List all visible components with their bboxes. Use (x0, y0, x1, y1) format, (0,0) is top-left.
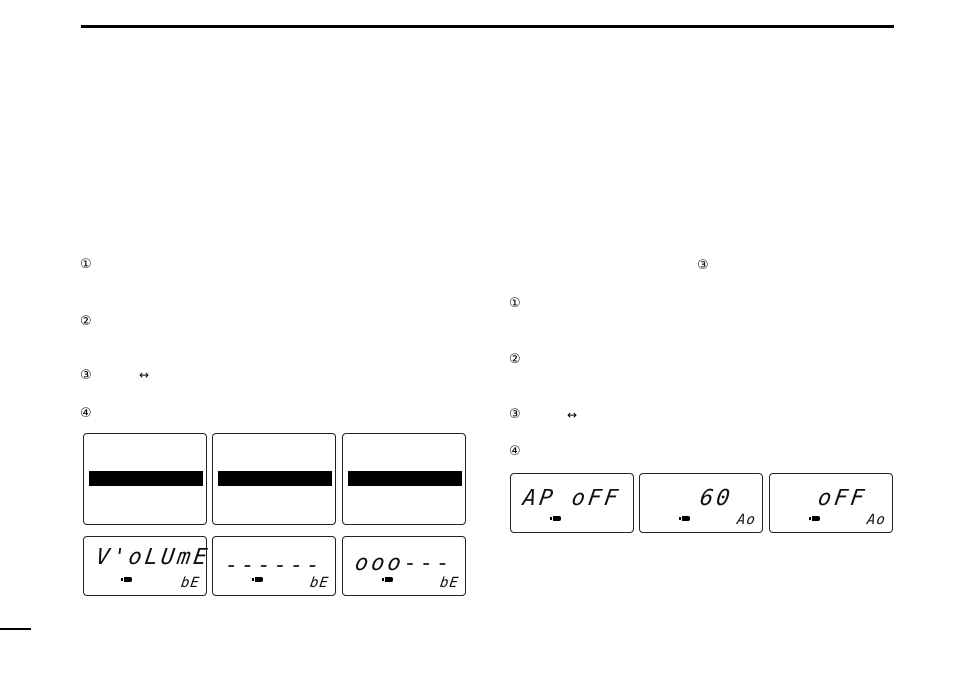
step-2-marker: ② (509, 352, 521, 367)
battery-icon (121, 577, 132, 582)
lcd-sub-text: bE (309, 575, 331, 591)
step-1-marker: ① (80, 257, 92, 272)
header-rule (81, 25, 894, 28)
double-arrow-icon: ↔ (139, 368, 150, 382)
lcd-main-text: oFF (816, 486, 869, 511)
lcd-sub-text: bE (180, 575, 202, 591)
lcd-display-60: 60 Ao (639, 473, 763, 533)
step-4-marker: ④ (80, 406, 92, 421)
lcd-sub-text: bE (439, 575, 461, 591)
battery-icon (382, 577, 393, 582)
step-2-marker: ② (80, 314, 92, 329)
lcd-display-highlight (83, 433, 207, 525)
battery-icon (252, 577, 263, 582)
lcd-main-text: AP oFF (521, 486, 623, 511)
page-number-rule (0, 628, 31, 630)
lcd-display-progress: ooo--- bE (342, 536, 466, 596)
lcd-main-text: ------ (223, 553, 325, 578)
step-1-marker: ① (509, 296, 521, 311)
lcd-display-volume: V'oLUmE bE (83, 536, 212, 596)
lcd-display-ap-off: AP oFF (510, 473, 634, 533)
lcd-sub-text: Ao (866, 512, 888, 528)
lcd-display-dashes: ------ bE (212, 536, 336, 596)
lcd-main-text: V'oLUmE (94, 545, 212, 570)
double-arrow-icon: ↔ (567, 408, 578, 422)
highlight-bar (348, 471, 462, 486)
battery-icon (809, 516, 820, 521)
lcd-main-text: ooo--- (353, 551, 455, 576)
step-3-marker: ③ (80, 368, 92, 383)
step-4-marker: ④ (509, 444, 521, 459)
highlight-bar (89, 471, 203, 486)
lcd-display-highlight (342, 433, 466, 525)
lcd-display-highlight (212, 433, 336, 525)
step-3-marker: ③ (509, 407, 521, 422)
battery-icon (550, 516, 561, 521)
lcd-display-off: oFF Ao (769, 473, 893, 533)
battery-icon (679, 516, 690, 521)
lcd-sub-text: Ao (736, 512, 758, 528)
reference-step-3-marker: ③ (697, 258, 709, 273)
highlight-bar (218, 471, 332, 486)
lcd-main-text: 60 (698, 486, 735, 511)
